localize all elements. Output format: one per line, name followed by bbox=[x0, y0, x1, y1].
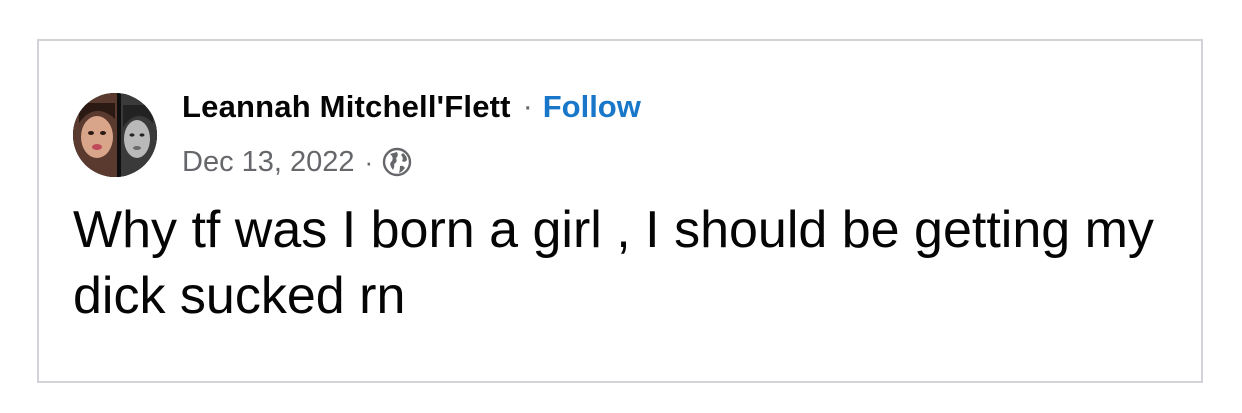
author-line: Leannah Mitchell'Flett · Follow bbox=[182, 87, 641, 127]
post-card: Leannah Mitchell'Flett · Follow Dec 13, … bbox=[37, 39, 1203, 383]
author-name[interactable]: Leannah Mitchell'Flett bbox=[182, 89, 511, 125]
post-meta: Dec 13, 2022 · bbox=[182, 142, 413, 182]
avatar-image bbox=[73, 93, 157, 177]
author-separator: · bbox=[522, 90, 533, 123]
meta-separator: · bbox=[364, 146, 374, 177]
post-date[interactable]: Dec 13, 2022 bbox=[182, 146, 355, 179]
follow-button[interactable]: Follow bbox=[543, 89, 641, 125]
avatar[interactable] bbox=[73, 93, 157, 177]
post-text: Why tf was I born a girl , I should be g… bbox=[73, 201, 1154, 325]
globe-icon[interactable] bbox=[381, 146, 413, 178]
